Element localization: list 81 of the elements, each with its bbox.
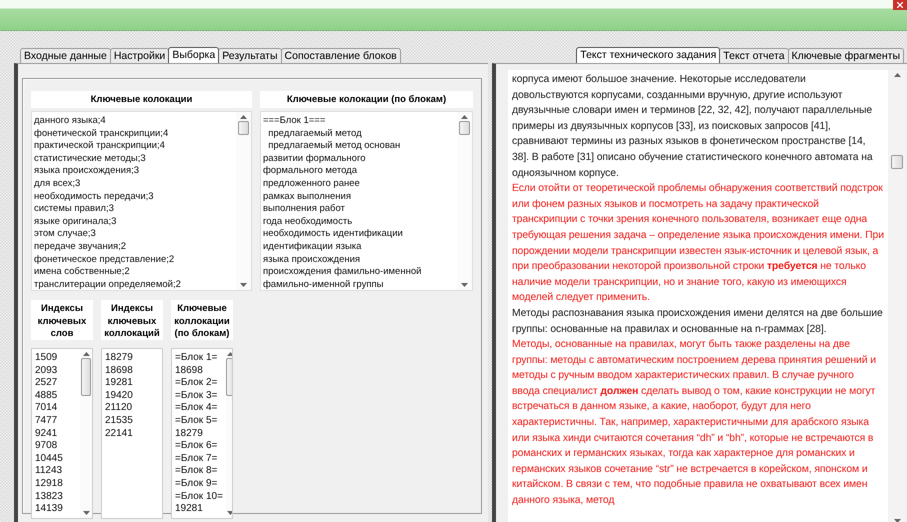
list-item[interactable]: транслитерации определяемой;2 [34, 278, 234, 290]
list-item[interactable]: 7477 [35, 414, 77, 428]
list-item[interactable]: 18698 [105, 364, 159, 378]
list-item[interactable]: =Блок 9= [175, 478, 223, 491]
list-item[interactable]: 21535 [105, 414, 159, 428]
list-item[interactable]: предложенного ранее [262, 178, 455, 191]
list-item[interactable]: развитии формального [262, 152, 455, 166]
list-item[interactable]: 10445 [35, 452, 77, 466]
list-box[interactable]: 1509 2093 2527 4885 7014 7477 9241 9708 10445 11243 12918 13823 14139 [31, 348, 93, 519]
paragraph: Методы, основанные на правилах, могут быть также разделены на две группы: методы с автоматическим построением дерева принятия решений и методы с ручным вводом характеристических правил. В случае ручного ввода специалист должен сделать вывод о том, какие конструкции не могут встречаться в данном языке, а какие, наоборот, будут для него характеристичны. Так, например, характеристичными для арабского языка или языка хинди считаются сочетания “dh” и “bh”, которые не встречаются в романских и германских языках, тогда как характерное для романских и германских языков сочетание “str” не встречается в корейском, японском и китайском. В связи с тем, что подобные правила не охватывают всех имен данного языка, метод [512, 338, 877, 508]
list-item[interactable]: 19281 [175, 503, 223, 516]
column-header: Ключевые колокации [31, 91, 252, 108]
tab[interactable]: Выборка [168, 47, 220, 63]
list-item[interactable]: формального метода [262, 165, 455, 178]
list-item[interactable]: 13823 [35, 490, 77, 504]
list-item[interactable]: происхождения фамильно-именной [262, 266, 455, 279]
list-box[interactable]: =Блок 1= 18698 =Блок 2= =Блок 3= =Блок 4= =Блок 5= 18279 =Блок 6= =Блок 7= =Блок 8= =Блок 9= =Блок 10= 19281 [171, 348, 233, 519]
list-item[interactable]: 19420 [105, 390, 159, 402]
list-item[interactable]: =Блок 8= [175, 465, 223, 478]
list-item[interactable]: 18279 [175, 428, 223, 440]
list-item[interactable]: фонетической транскрипции;4 [34, 128, 234, 140]
list-item[interactable]: 2527 [35, 377, 77, 390]
tab[interactable]: Входные данные [20, 48, 111, 63]
list-item[interactable]: передаче звучания;2 [34, 240, 234, 254]
list-item[interactable]: выполнения работ [262, 203, 455, 216]
column-header: Ключевые колокации (по блокам) [260, 91, 473, 108]
list-item[interactable]: года необходимость [262, 216, 455, 228]
tab[interactable]: Ключевые фрагменты [788, 48, 904, 63]
list-item[interactable]: 22141 [105, 428, 159, 440]
list-item[interactable]: 19281 [105, 377, 159, 390]
list-item[interactable]: фонетическое представление;2 [34, 254, 234, 266]
list-item[interactable]: системы правил;3 [34, 203, 234, 216]
tab[interactable]: Настройки [110, 48, 170, 63]
list-item[interactable]: предлагаемый метод основан [262, 140, 455, 153]
list-item[interactable]: 12918 [35, 478, 77, 491]
list-item[interactable]: =Блок 5= [175, 414, 223, 428]
tab[interactable]: Сопоставление блоков [280, 48, 401, 63]
list-item[interactable]: для всех;3 [34, 178, 234, 191]
list-item[interactable]: 4885 [35, 390, 77, 402]
list-item[interactable]: 18698 [175, 364, 223, 378]
list-item[interactable]: 1509 [35, 352, 77, 365]
list-item[interactable]: =Блок 3= [175, 390, 223, 402]
tab[interactable]: Результаты [218, 48, 282, 63]
list-item[interactable]: имена собственные;2 [34, 266, 234, 279]
list-item[interactable]: 7014 [35, 402, 77, 415]
list-item[interactable]: языке оригинала;3 [34, 216, 234, 228]
list-item[interactable]: необходимость идентификации [262, 228, 455, 241]
list-item[interactable]: =Блок 7= [175, 452, 223, 466]
list-item[interactable]: статистические методы;3 [34, 152, 234, 166]
list-item[interactable]: идентификации языка [262, 240, 455, 254]
paragraph: корпуса имеют большое значение. Некоторые исследователи довольствуются корпусами, созданными вручную, другие используют двуязычные словари имен и терминов [22, 32, 42], получают параллельные примеры из двуязычных корпусов [33], из поисковых запросов [41], сравнивают термины из разных языков в фонетическом пространстве [14, 38]. В работе [31] описано обучение статистического конечного автомата на одноязычном корпусе. [512, 73, 874, 181]
list-item[interactable]: =Блок 4= [175, 402, 223, 415]
list-item[interactable]: фамильно-именной группы [262, 278, 455, 290]
tab[interactable]: Текст отчета [719, 48, 789, 63]
list-item[interactable]: практической транскрипции;4 [34, 140, 234, 153]
list-item[interactable]: рамках выполнения [262, 190, 455, 204]
list-item[interactable]: ===Блок 1=== [262, 115, 455, 128]
list-item[interactable]: данного языка;4 [34, 115, 234, 128]
list-item[interactable]: 9708 [35, 440, 77, 453]
list-item[interactable]: 14139 [35, 503, 77, 516]
paragraph: Методы распознавания языка происхождения имени делятся на две большие группы: основанные на правилах и основанные на n-граммах [28]. [512, 306, 884, 336]
paragraph: Если отойти от теоретической проблемы обнаружения соответствий подстрок или фонем разных языков и посмотреть на задачу практической транскрипции с точки зрения конечного пользователя, возникает еще одна требующая решения задача – определение языка происхождения имени. При порождении модели транскрипции известен язык-источник и целевой язык, а при преобразовании некоторой произвольной строки требуется не только наличие модели транскрипции, но и знание того, какую из имеющихся моделей следует применить. [512, 182, 884, 306]
list-item[interactable]: языка происхождения;3 [34, 165, 234, 178]
list-item[interactable]: этом случае;3 [34, 228, 234, 241]
tab[interactable]: Текст технического задания [576, 47, 720, 63]
list-item[interactable]: 18279 [105, 352, 159, 365]
list-item[interactable]: =Блок 6= [175, 440, 223, 453]
list-item[interactable]: 11243 [35, 465, 77, 478]
list-item[interactable]: языка происхождения [262, 254, 455, 266]
list-item[interactable]: 2093 [35, 364, 77, 378]
list-item[interactable]: =Блок 1= [175, 352, 223, 365]
column-header: Индексы ключевых коллокаций [101, 300, 163, 340]
list-item[interactable]: =Блок 2= [175, 377, 223, 390]
list-item[interactable]: 9241 [35, 428, 77, 440]
column-header: Индексы ключевых слов [31, 300, 93, 340]
column-header: Ключевые коллокации (по блокам) [171, 300, 233, 340]
list-box[interactable]: 18279 18698 19281 19420 21120 21535 22141 [101, 348, 163, 519]
list-item[interactable]: 21120 [105, 402, 159, 415]
list-item[interactable]: предлагаемый метод [262, 128, 455, 140]
list-item[interactable]: =Блок 10= [175, 490, 223, 504]
list-item[interactable]: необходимость передачи;3 [34, 190, 234, 204]
